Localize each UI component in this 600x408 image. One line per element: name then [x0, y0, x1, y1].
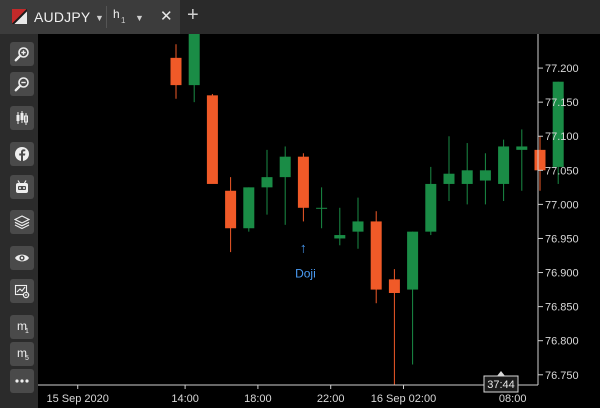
zoom-in-button[interactable] [10, 42, 34, 66]
candle-body [498, 146, 510, 184]
symbol-label: AUDJPY [34, 9, 91, 25]
price-tick-label: 76.950 [545, 233, 579, 245]
facebook-icon [15, 147, 29, 161]
candle-body [425, 183, 437, 232]
candle-body [479, 170, 491, 181]
facebook-button[interactable] [10, 142, 34, 166]
add-tab-icon[interactable]: + [187, 4, 199, 27]
chart-settings-button[interactable] [10, 279, 34, 303]
crosshair-time-label: 37:44 [487, 379, 515, 391]
candle-body [261, 177, 273, 188]
price-tick-label: 76.800 [545, 336, 579, 348]
price-tick-label: 76.900 [545, 268, 579, 280]
candle-body [206, 95, 218, 184]
candle-body [388, 279, 400, 293]
time-tick-label: 14:00 [171, 393, 199, 405]
price-tick-label: 76.750 [545, 370, 579, 382]
time-tick-label: 18:00 [244, 393, 272, 405]
more-icon [15, 379, 29, 383]
chevron-down-icon[interactable]: ▼ [95, 13, 104, 23]
m5-sub-label: 5 [25, 355, 29, 362]
eye-icon [15, 254, 29, 262]
tab-bar: AUDJPY ▼ h 1 ▼ ✕ + [0, 0, 600, 34]
candle-body [188, 34, 200, 86]
crosshair-time-pointer [497, 371, 505, 376]
time-tick-label: 08:00 [499, 393, 527, 405]
candle-body [225, 190, 237, 229]
chart-settings-icon [14, 284, 30, 299]
visibility-button[interactable] [10, 246, 34, 270]
tab-divider [106, 6, 107, 28]
m1-sub-label: 1 [25, 328, 29, 335]
price-tick-label: 77.150 [545, 97, 579, 109]
time-tick-label: 22:00 [317, 393, 345, 405]
layers-button[interactable] [10, 210, 34, 234]
candle-body [461, 170, 473, 184]
price-tick-label: 77.000 [545, 199, 579, 211]
price-tick-label: 77.100 [545, 131, 579, 143]
candle-body [443, 173, 455, 184]
symbol-selector[interactable]: AUDJPY ▼ [0, 0, 106, 34]
candle-body [352, 221, 364, 232]
price-tick-label: 77.050 [545, 165, 579, 177]
candle-body [516, 146, 528, 150]
candlestick-chart[interactable]: ↑ Doji 77.200 77.150 77.100 77.050 77.000 76.95… [38, 34, 600, 408]
robot-button[interactable] [10, 175, 34, 199]
candle-body [552, 81, 564, 167]
close-icon[interactable]: ✕ [160, 7, 173, 25]
timeframe-label[interactable]: h [113, 7, 120, 21]
timeframe-sub-label: 1 [121, 16, 126, 25]
symbol-flag-icon [12, 9, 27, 24]
time-tick-label: 15 Sep 2020 [47, 393, 109, 405]
candle-body [316, 207, 328, 209]
candle-body [534, 149, 546, 171]
candle-body [370, 221, 382, 290]
layers-icon [14, 215, 30, 230]
zoom-out-button[interactable] [10, 72, 34, 96]
candle-body [279, 156, 291, 178]
robot-icon [16, 180, 28, 193]
price-tick-label: 77.200 [545, 63, 579, 75]
candle-body [407, 231, 419, 290]
toolbar-sidebar: m 1 m 5 [0, 34, 38, 408]
candle-body [243, 187, 255, 229]
chart-type-button[interactable] [10, 106, 34, 130]
doji-annotation-label: Doji [295, 266, 316, 280]
m1-button[interactable]: m 1 [10, 315, 34, 339]
doji-arrow-icon: ↑ [300, 239, 307, 255]
chevron-down-icon[interactable]: ▼ [135, 13, 144, 23]
time-tick-label: 16 Sep 02:00 [371, 393, 436, 405]
zoom-out-icon [14, 77, 29, 92]
candles-icon [16, 111, 28, 125]
candle-body [297, 156, 309, 208]
price-tick-label: 76.850 [545, 302, 579, 314]
zoom-in-icon [14, 47, 29, 62]
candle-body [170, 57, 182, 86]
more-button[interactable] [10, 369, 34, 393]
chart-tab[interactable]: AUDJPY ▼ h 1 ▼ ✕ [0, 0, 180, 34]
candle-body [334, 235, 346, 239]
chart-area[interactable]: ↑ Doji 77.200 77.150 77.100 77.050 77.000 76.95… [38, 34, 600, 408]
m5-button[interactable]: m 5 [10, 342, 34, 366]
